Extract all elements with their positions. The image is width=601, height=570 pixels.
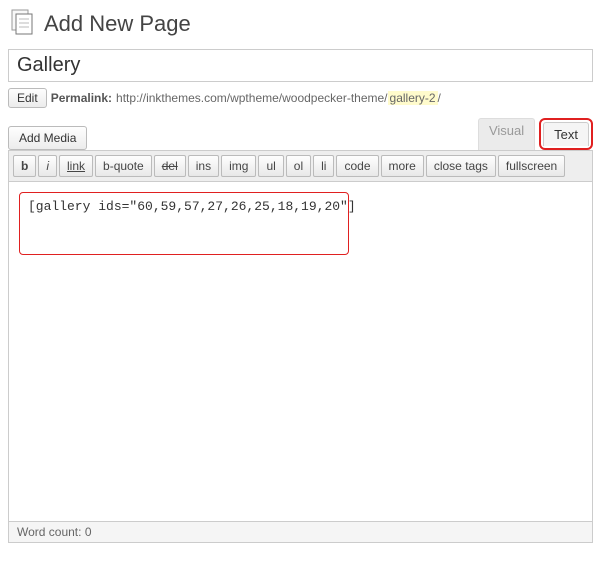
- tool-more[interactable]: more: [381, 155, 424, 177]
- page-header: Add New Page: [8, 8, 593, 39]
- tab-text[interactable]: Text: [543, 122, 589, 146]
- editor-toolbar: b i link b-quote del ins img ul ol li co…: [8, 150, 593, 182]
- tool-ol[interactable]: ol: [286, 155, 311, 177]
- tool-img[interactable]: img: [221, 155, 256, 177]
- tool-fullscreen[interactable]: fullscreen: [498, 155, 565, 177]
- tool-italic[interactable]: i: [38, 155, 57, 177]
- tool-bold[interactable]: b: [13, 155, 36, 177]
- editor-content: [gallery ids="60,59,57,27,26,25,18,19,20…: [28, 199, 356, 214]
- page-icon: [8, 8, 44, 39]
- status-bar: Word count: 0: [8, 522, 593, 543]
- tool-ul[interactable]: ul: [258, 155, 283, 177]
- permalink-slug: gallery-2: [388, 91, 438, 105]
- tool-bquote[interactable]: b-quote: [95, 155, 152, 177]
- page-title: Add New Page: [44, 11, 191, 37]
- tab-visual[interactable]: Visual: [478, 118, 535, 150]
- permalink-label: Permalink:: [51, 91, 112, 105]
- tool-link[interactable]: link: [59, 155, 93, 177]
- wordcount-value: 0: [85, 525, 92, 539]
- edit-permalink-button[interactable]: Edit: [8, 88, 47, 108]
- tool-li[interactable]: li: [313, 155, 334, 177]
- wordcount-label: Word count:: [17, 525, 81, 539]
- tool-del[interactable]: del: [154, 155, 186, 177]
- tool-code[interactable]: code: [336, 155, 378, 177]
- editor-tabs: Visual Text: [478, 118, 593, 150]
- text-tab-highlight: Text: [539, 118, 593, 150]
- content-highlight: [gallery ids="60,59,57,27,26,25,18,19,20…: [19, 192, 349, 255]
- title-input[interactable]: [8, 49, 593, 82]
- add-media-button[interactable]: Add Media: [8, 126, 87, 150]
- permalink-url: http://inkthemes.com/wptheme/woodpecker-…: [116, 91, 441, 105]
- editor-textarea[interactable]: [gallery ids="60,59,57,27,26,25,18,19,20…: [8, 182, 593, 522]
- tool-close-tags[interactable]: close tags: [426, 155, 496, 177]
- tool-ins[interactable]: ins: [188, 155, 219, 177]
- permalink-row: Edit Permalink: http://inkthemes.com/wpt…: [8, 88, 593, 108]
